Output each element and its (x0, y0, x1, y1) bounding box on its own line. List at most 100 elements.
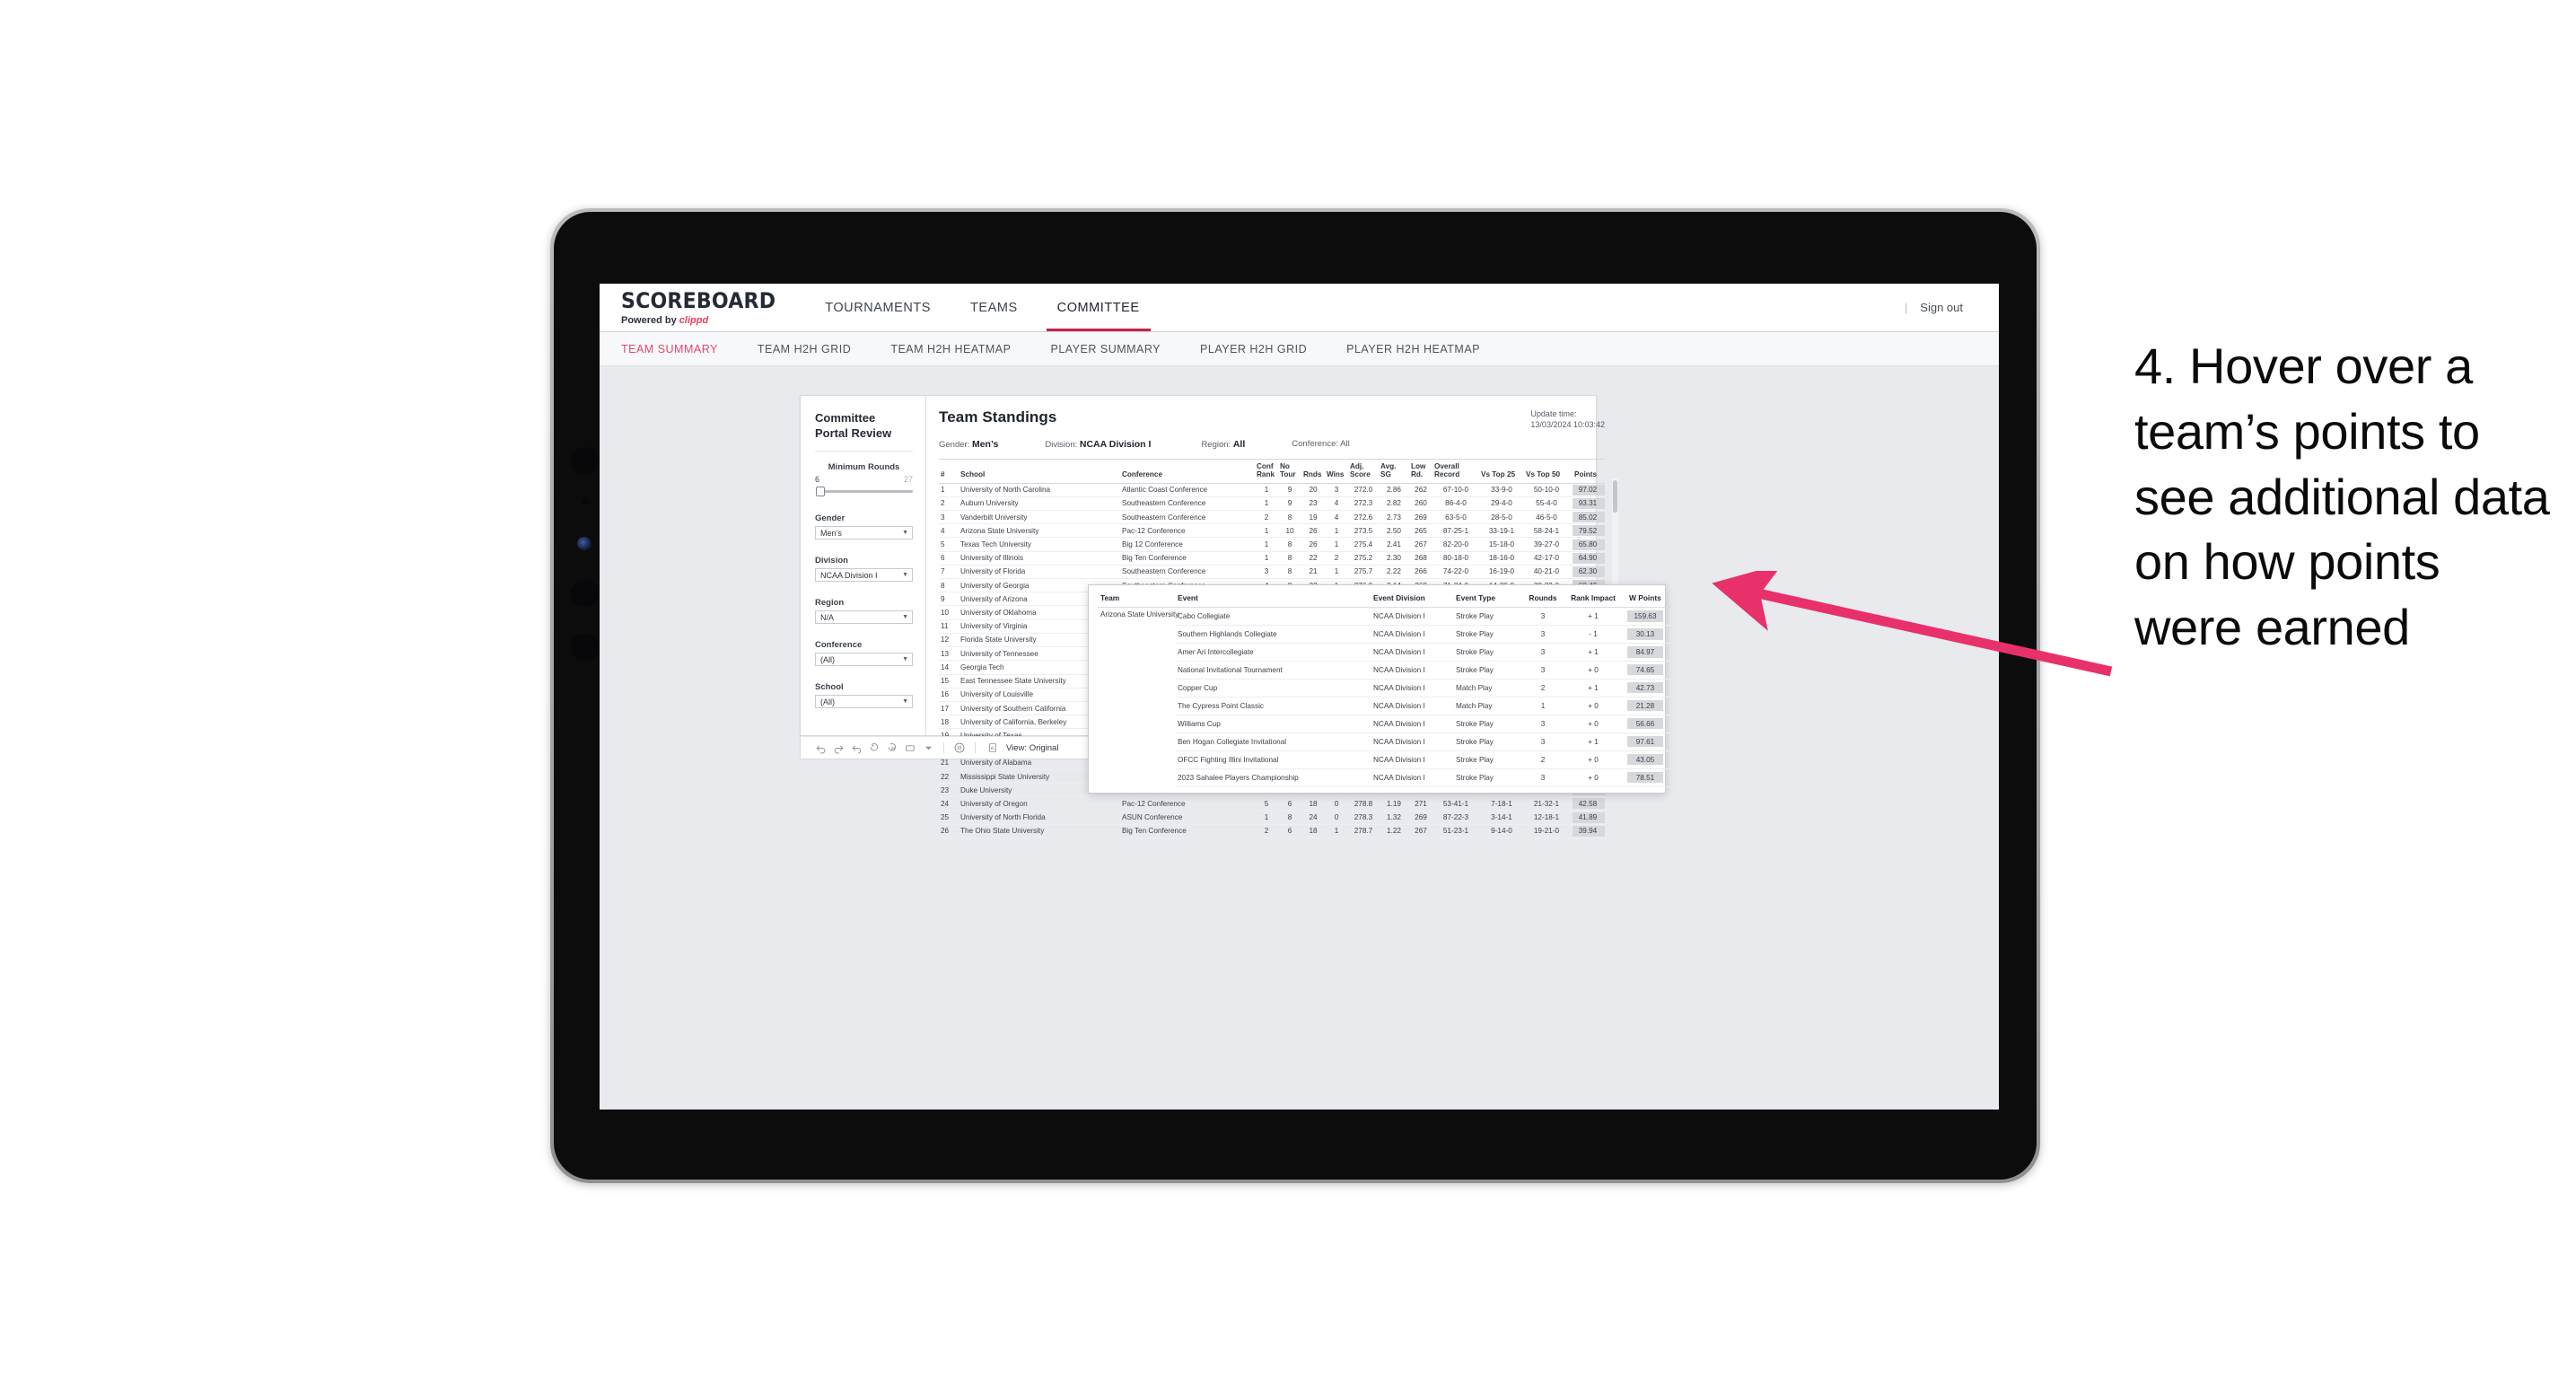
table-row[interactable]: 25 University of North Florida ASUN Confer… (939, 811, 1605, 825)
cell-overall: 87-25-1 (1433, 523, 1479, 539)
table-head: # School Conference Conf Rank No Tour Rn… (939, 459, 1605, 484)
cell-low-rd: 269 (1409, 510, 1433, 525)
table-row[interactable]: 3 Vanderbilt University Southeastern Confe… (939, 510, 1605, 525)
division-select[interactable]: NCAA Division I ▼ (815, 568, 913, 583)
points-value[interactable]: 97.02 (1573, 484, 1605, 496)
cell-points[interactable]: 64.90 (1569, 551, 1605, 566)
points-value[interactable]: 62.30 (1573, 566, 1605, 577)
points-value[interactable]: 42.58 (1573, 798, 1605, 810)
minimum-rounds-slider[interactable] (815, 485, 913, 497)
tooltip-w-points-cell: 78.51 (1624, 768, 1670, 787)
tab-team-h2h-heatmap[interactable]: TEAM H2H HEATMAP (871, 343, 1030, 355)
table-row[interactable]: 7 University of Florida Southeastern Confe… (939, 565, 1605, 580)
active-filter-summary: Gender: Men’s Division: NCAA Division I … (939, 439, 1605, 450)
region-select[interactable]: N/A ▼ (815, 610, 913, 625)
col-points[interactable]: Points (1569, 459, 1605, 484)
table-row[interactable]: 24 University of Oregon Pac-12 Conference 5… (939, 796, 1605, 811)
tab-team-summary[interactable]: TEAM SUMMARY (621, 343, 738, 355)
tooltip-event-division: NCAA Division I (1371, 715, 1453, 733)
tooltip-row: Williams Cup NCAA Division I Stroke Play 3 +… (1098, 715, 1670, 733)
col-rank[interactable]: # (939, 459, 959, 484)
cell-school: The Ohio State University (959, 824, 1120, 838)
table-row[interactable]: 6 University of Illinois Big Ten Conferenc… (939, 551, 1605, 566)
tooltip-w-points-cell: 21.28 (1624, 697, 1670, 715)
col-overall[interactable]: Overall Record (1433, 459, 1479, 484)
cell-rank: 22 (939, 769, 959, 785)
cell-points[interactable]: 41.89 (1569, 811, 1605, 825)
cell-avg-sg: 2.86 (1379, 483, 1409, 497)
tab-team-h2h-grid[interactable]: TEAM H2H GRID (738, 343, 871, 355)
cell-wins: 1 (1325, 565, 1348, 580)
cell-points[interactable]: 39.94 (1569, 824, 1605, 838)
sign-out-link[interactable]: Sign out (1920, 301, 1963, 314)
col-school[interactable]: School (959, 459, 1120, 484)
conference-select[interactable]: (All) ▼ (815, 653, 913, 667)
pause-icon[interactable] (951, 739, 968, 757)
cell-points[interactable]: 65.80 (1569, 537, 1605, 552)
col-vs-top-25[interactable]: Vs Top 25 (1479, 459, 1524, 484)
tab-player-summary[interactable]: PLAYER SUMMARY (1030, 343, 1180, 355)
col-rnds[interactable]: Rnds (1301, 459, 1325, 484)
gender-select[interactable]: Men’s ▼ (815, 526, 913, 540)
table-row[interactable]: 2 Auburn University Southeastern Conferenc… (939, 496, 1605, 512)
brand-logo[interactable]: SCOREBOARD Powered by clippd (600, 284, 805, 331)
slider-handle[interactable] (816, 487, 825, 497)
microphone-icon (581, 497, 589, 505)
points-value[interactable]: 93.31 (1573, 497, 1605, 509)
points-value[interactable]: 39.94 (1573, 825, 1605, 837)
table-row[interactable]: 4 Arizona State University Pac-12 Conferen… (939, 523, 1605, 539)
nav-item-committee[interactable]: COMMITTEE (1038, 284, 1160, 331)
col-conf-rank[interactable]: Conf Rank (1255, 459, 1278, 484)
col-low-rd[interactable]: Low Rd. (1409, 459, 1433, 484)
cell-points[interactable]: 93.31 (1569, 496, 1605, 512)
points-value[interactable]: 85.02 (1573, 512, 1605, 523)
nav-item-tournaments[interactable]: TOURNAMENTS (805, 284, 951, 331)
cell-points[interactable]: 42.58 (1569, 796, 1605, 811)
school-select[interactable]: (All) ▼ (815, 695, 913, 709)
tooltip-w-points-value: 43.05 (1627, 754, 1663, 766)
table-row[interactable]: 5 Texas Tech University Big 12 Conference 1… (939, 537, 1605, 552)
col-conference[interactable]: Conference (1120, 459, 1255, 484)
refresh-icon[interactable] (865, 739, 883, 757)
filter-gender: Gender Men’s ▼ (815, 513, 913, 540)
col-no-tour[interactable]: No Tour (1278, 459, 1301, 484)
cell-overall: 80-18-0 (1433, 551, 1479, 566)
cell-conference: Big Ten Conference (1120, 551, 1255, 566)
tab-player-h2h-heatmap[interactable]: PLAYER H2H HEATMAP (1327, 343, 1500, 355)
tooltip-rounds: 3 (1523, 768, 1563, 787)
tooltip-w-points-value: 159.63 (1627, 610, 1663, 622)
points-value[interactable]: 65.80 (1573, 539, 1605, 550)
pause-auto-update-icon[interactable] (883, 739, 901, 757)
tooltip-rank-impact: + 0 (1563, 715, 1624, 733)
table-row[interactable]: 1 University of North Carolina Atlantic Co… (939, 483, 1605, 497)
tooltip-event: Southern Highlands Collegiate (1175, 625, 1371, 644)
cell-points[interactable]: 62.30 (1569, 565, 1605, 580)
table-row[interactable]: 26 The Ohio State University Big Ten Confe… (939, 824, 1605, 838)
cell-low-rd: 265 (1409, 523, 1433, 539)
cell-vs-top-50: 19-21-0 (1524, 824, 1569, 838)
cell-rank: 1 (939, 483, 959, 497)
cell-points[interactable]: 85.02 (1569, 510, 1605, 525)
points-value[interactable]: 79.52 (1573, 525, 1605, 537)
undo-icon[interactable] (811, 739, 829, 757)
cell-points[interactable]: 79.52 (1569, 523, 1605, 539)
points-value[interactable]: 41.89 (1573, 811, 1605, 823)
scrollbar-thumb[interactable] (1613, 480, 1617, 513)
cell-points[interactable]: 97.02 (1569, 483, 1605, 497)
annotation-text: 4. Hover over a team’s points to see add… (2134, 338, 2550, 656)
redo-icon[interactable] (829, 739, 847, 757)
view-original-button[interactable]: View: Original (984, 739, 1058, 757)
col-avg-sg[interactable]: Avg. SG (1379, 459, 1409, 484)
nav-item-teams[interactable]: TEAMS (951, 284, 1038, 331)
revert-icon[interactable] (847, 739, 865, 757)
cell-school: University of North Florida (959, 811, 1120, 825)
cell-no-tour: 6 (1278, 824, 1301, 838)
points-value[interactable]: 64.90 (1573, 552, 1605, 564)
tab-player-h2h-grid[interactable]: PLAYER H2H GRID (1180, 343, 1327, 355)
cell-wins: 4 (1325, 496, 1348, 512)
col-wins[interactable]: Wins (1325, 459, 1348, 484)
device-layout-icon[interactable] (901, 739, 919, 757)
device-layout-dropdown-icon[interactable] (919, 739, 937, 757)
col-adj-score[interactable]: Adj. Score (1348, 459, 1379, 484)
col-vs-top-50[interactable]: Vs Top 50 (1524, 459, 1569, 484)
